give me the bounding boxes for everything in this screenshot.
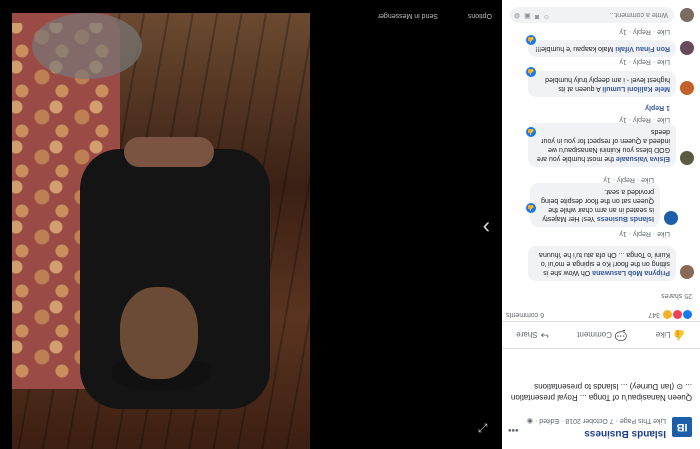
comment-bubble: Pripyna Mob Lasuwana Oh Wow she is sitti… xyxy=(528,246,676,281)
love-reaction-icon xyxy=(673,310,682,319)
more-options-icon[interactable]: ••• xyxy=(508,424,519,435)
share-label: Share xyxy=(516,330,538,340)
page-logo[interactable]: IB xyxy=(672,417,692,437)
share-button[interactable]: ↪ Share xyxy=(516,330,549,341)
comment-composer: ☺ ◙ ▣ ◍ xyxy=(508,5,694,25)
composer-icons: ☺ ◙ ▣ ◍ xyxy=(514,12,550,20)
comment-author[interactable]: Elsiva Vaisuaale xyxy=(616,155,670,162)
like-reaction-icon xyxy=(683,310,692,319)
comment-reply-link[interactable]: Reply xyxy=(617,176,635,183)
comment-bubble: Mele Kaliloni Lumuli A queen at its high… xyxy=(528,71,676,97)
avatar xyxy=(680,8,694,22)
avatar[interactable] xyxy=(680,151,694,165)
like-label: Like xyxy=(655,330,671,340)
emoji-icon[interactable]: ☺ xyxy=(543,12,550,20)
sticker-icon[interactable]: ◍ xyxy=(514,12,520,20)
comment-bubble: Islands Business Yes! Her Majesty is sea… xyxy=(530,183,660,227)
comment-time: 1y xyxy=(619,58,627,65)
rotated-screen: IB Islands Business Like This Page · 7 O… xyxy=(0,0,700,449)
next-photo-chevron-icon[interactable]: › xyxy=(483,215,490,241)
comment-like-link[interactable]: Like xyxy=(657,230,670,237)
avatar[interactable] xyxy=(664,211,678,225)
avatar[interactable] xyxy=(680,41,694,55)
wow-reaction-icon xyxy=(663,310,672,319)
post-meta: Like This Page · 7 October 2018 · Edited… xyxy=(526,417,666,424)
post-caption: Queen Nanasipau'u of Tonga ... Royal pre… xyxy=(510,382,692,402)
photo-person-hands xyxy=(124,137,214,167)
comment-actions: Like · Reply · 1y xyxy=(619,58,670,65)
comment-actions: Like · Reply · 1y xyxy=(603,176,654,183)
comment-bubble: Ron Finau Vifaki Malo kaapau 'e humble!!… xyxy=(528,40,676,57)
like-button[interactable]: 👍 Like xyxy=(656,330,686,341)
post-action-bar: 👍 Like 💬 Comment ↪ Share xyxy=(502,321,700,349)
reaction-icons[interactable] xyxy=(663,310,692,319)
comment-reply-link[interactable]: Reply xyxy=(633,58,651,65)
comments-panel: IB Islands Business Like This Page · 7 O… xyxy=(502,0,700,449)
comment-actions: Like · Reply · 1y xyxy=(619,116,670,123)
comment-like-link[interactable]: Like xyxy=(657,28,670,35)
comment-reply-link[interactable]: Reply xyxy=(633,28,651,35)
comment-actions: Like · Reply · 1y xyxy=(619,28,670,35)
comment-reply-link[interactable]: Reply xyxy=(633,230,651,237)
post-photo[interactable] xyxy=(12,13,310,449)
comment-count[interactable]: 6 comments xyxy=(506,311,544,318)
comment-label: Comment xyxy=(577,330,612,340)
avatar[interactable] xyxy=(680,81,694,95)
comment-like-link[interactable]: Like xyxy=(657,116,670,123)
photo-viewer: ⤢ › Options Send in Messenger xyxy=(0,0,502,449)
comment-time: 1y xyxy=(619,230,627,237)
camera-icon[interactable]: ◙ xyxy=(535,12,539,20)
view-replies-link[interactable]: 1 Reply xyxy=(645,104,670,111)
post-header: IB Islands Business Like This Page · 7 O… xyxy=(506,405,692,445)
comment-author[interactable]: Ron Finau Vifaki xyxy=(615,45,670,52)
comment-time: 1y xyxy=(619,28,627,35)
comment-reply-link[interactable]: Reply xyxy=(633,116,651,123)
options-link[interactable]: Options xyxy=(468,12,492,19)
comment-bubble: Elsiva Vaisuaale the most humble you are… xyxy=(528,123,676,167)
reactions-summary: 347 6 comments xyxy=(506,305,692,319)
comment-time: 1y xyxy=(603,176,611,183)
photo-foreground-blur xyxy=(32,13,142,79)
like-badge-icon: 👍 xyxy=(526,127,536,137)
photo-person-face xyxy=(120,287,198,379)
comment-text: Malo kaapau 'e humble!!! xyxy=(535,45,614,52)
avatar[interactable] xyxy=(680,265,694,279)
share-arrow-icon: ↪ xyxy=(540,329,549,341)
comment-author[interactable]: Islands Business xyxy=(597,215,654,222)
comment-like-link[interactable]: Like xyxy=(657,58,670,65)
reaction-count[interactable]: 347 xyxy=(648,311,660,318)
comment-time: 1y xyxy=(619,116,627,123)
shares-count[interactable]: 25 shares xyxy=(661,292,692,299)
comment-author[interactable]: Pripyna Mob Lasuwana xyxy=(592,269,670,276)
page-name-link[interactable]: Islands Business xyxy=(584,428,666,439)
comment-like-link[interactable]: Like xyxy=(641,176,654,183)
like-badge-icon: 👍 xyxy=(526,67,536,77)
comment-button[interactable]: 💬 Comment xyxy=(577,330,627,341)
gif-icon[interactable]: ▣ xyxy=(524,12,531,20)
comment-author[interactable]: Mele Kaliloni Lumuli xyxy=(602,85,670,92)
expand-icon[interactable]: ⤢ xyxy=(478,420,488,435)
send-in-messenger-link[interactable]: Send in Messenger xyxy=(378,12,438,19)
speech-bubble-icon: 💬 xyxy=(614,329,628,341)
like-badge-icon: 👍 xyxy=(526,35,536,45)
like-badge-icon: 👍 xyxy=(526,203,536,213)
thumbs-up-icon: 👍 xyxy=(673,329,686,341)
comment-actions: Like · Reply · 1y xyxy=(619,230,670,237)
